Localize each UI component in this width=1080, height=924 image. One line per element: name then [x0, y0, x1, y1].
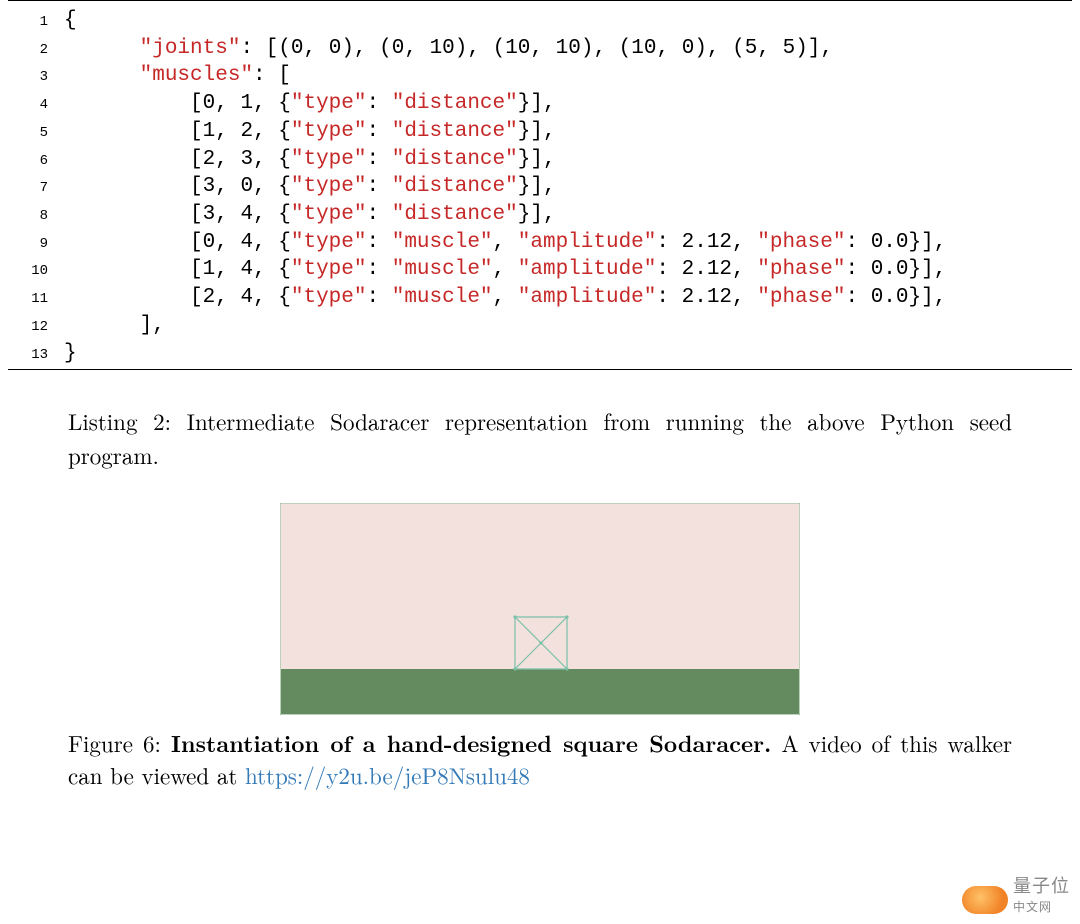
code-line: 6 [2, 3, {"type": "distance"}],	[8, 146, 1072, 174]
code-content: [2, 3, {"type": "distance"}],	[64, 146, 556, 174]
line-number: 5	[8, 124, 64, 142]
figure-link[interactable]: https://y2u.be/jeP8Nsulu48	[245, 758, 530, 791]
listing-text: Intermediate Sodaracer representation fr…	[68, 404, 1012, 470]
code-line: 10 [1, 4, {"type": "muscle", "amplitude"…	[8, 256, 1072, 284]
code-line: 8 [3, 4, {"type": "distance"}],	[8, 201, 1072, 229]
code-line: 2 "joints": [(0, 0), (0, 10), (10, 10), …	[8, 35, 1072, 63]
line-number: 1	[8, 13, 64, 31]
code-content: {	[64, 7, 77, 35]
line-number: 13	[8, 346, 64, 364]
figure-title: Instantiation of a hand-designed square …	[171, 726, 771, 759]
code-line: 5 [1, 2, {"type": "distance"}],	[8, 118, 1072, 146]
code-content: "muscles": [	[64, 62, 291, 90]
code-content: [3, 0, {"type": "distance"}],	[64, 173, 556, 201]
line-number: 11	[8, 290, 64, 308]
line-number: 10	[8, 262, 64, 280]
line-number: 3	[8, 68, 64, 86]
line-number: 8	[8, 207, 64, 225]
watermark-text: 量子位	[1013, 876, 1070, 896]
code-content: [0, 4, {"type": "muscle", "amplitude": 2…	[64, 229, 946, 257]
code-line: 13}	[8, 340, 1072, 368]
code-listing: 1{2 "joints": [(0, 0), (0, 10), (10, 10)…	[8, 0, 1072, 370]
line-number: 4	[8, 96, 64, 114]
listing-caption: Listing 2: Intermediate Sodaracer repres…	[8, 370, 1072, 471]
code-content: [1, 4, {"type": "muscle", "amplitude": 2…	[64, 256, 946, 284]
figure-caption: Figure 6: Instantiation of a hand-design…	[8, 715, 1072, 791]
code-content: [3, 4, {"type": "distance"}],	[64, 201, 556, 229]
code-line: 3 "muscles": [	[8, 62, 1072, 90]
code-line: 12 ],	[8, 312, 1072, 340]
code-content: ],	[64, 312, 165, 340]
line-number: 9	[8, 235, 64, 253]
code-content: [2, 4, {"type": "muscle", "amplitude": 2…	[64, 284, 946, 312]
line-number: 6	[8, 152, 64, 170]
listing-label: Listing 2:	[68, 404, 171, 437]
line-number: 2	[8, 41, 64, 59]
code-content: }	[64, 340, 77, 368]
code-content: "joints": [(0, 0), (0, 10), (10, 10), (1…	[64, 35, 833, 63]
watermark: 量子位 中文网	[1013, 872, 1070, 916]
code-content: [0, 1, {"type": "distance"}],	[64, 90, 556, 118]
code-line: 11 [2, 4, {"type": "muscle", "amplitude"…	[8, 284, 1072, 312]
watermark-sub: 中文网	[1013, 900, 1052, 914]
figure-label: Figure 6:	[68, 726, 161, 759]
code-line: 4 [0, 1, {"type": "distance"}],	[8, 90, 1072, 118]
code-line: 9 [0, 4, {"type": "muscle", "amplitude":…	[8, 229, 1072, 257]
code-content: [1, 2, {"type": "distance"}],	[64, 118, 556, 146]
line-number: 7	[8, 179, 64, 197]
code-line: 1{	[8, 7, 1072, 35]
figure-6	[8, 471, 1072, 715]
sodaracer-diagram	[280, 503, 800, 715]
code-line: 7 [3, 0, {"type": "distance"}],	[8, 173, 1072, 201]
line-number: 12	[8, 318, 64, 336]
php-badge-icon	[962, 886, 1008, 914]
